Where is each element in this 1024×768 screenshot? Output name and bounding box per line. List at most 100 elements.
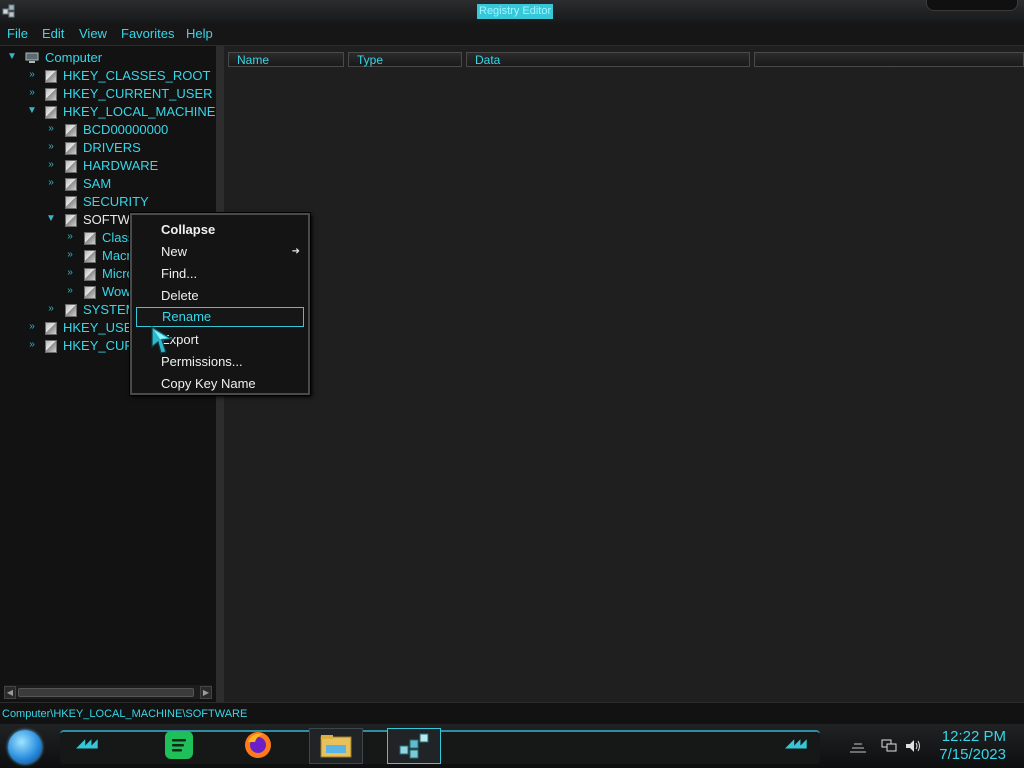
scroll-left-arrow-icon[interactable]: ◀ xyxy=(4,686,16,699)
expand-chevron-icon[interactable]: » xyxy=(46,177,56,189)
tree-item-hkcr[interactable]: » HKEY_CLASSES_ROOT xyxy=(0,67,216,85)
column-header-data[interactable]: Data xyxy=(466,52,750,67)
folder-key-icon xyxy=(65,142,77,155)
expand-chevron-icon[interactable]: » xyxy=(65,285,75,297)
tree-label: HKEY_LOCAL_MACHINE xyxy=(63,104,216,119)
folder-key-icon xyxy=(65,304,77,317)
folder-key-icon xyxy=(45,106,57,119)
registry-app-icon[interactable] xyxy=(2,3,16,19)
scroll-right-arrow-icon[interactable]: ▶ xyxy=(200,686,212,699)
tree-label-selected: SOFTW xyxy=(83,212,130,227)
volume-icon[interactable] xyxy=(904,738,922,754)
system-clock[interactable]: 12:22 PM 7/15/2023 xyxy=(939,728,1006,764)
file-explorer-icon xyxy=(320,735,352,758)
expand-chevron-icon[interactable]: » xyxy=(65,231,75,243)
menu-help[interactable]: Help xyxy=(186,26,213,41)
folder-key-icon xyxy=(45,322,57,335)
expand-chevron-icon[interactable]: » xyxy=(27,87,37,99)
folder-key-icon xyxy=(65,160,77,173)
folder-key-icon xyxy=(84,286,96,299)
tree-label: Computer xyxy=(45,50,103,65)
tree-item-hkcu[interactable]: » HKEY_CURRENT_USER xyxy=(0,85,216,103)
spotify-icon[interactable] xyxy=(164,730,194,760)
folder-key-icon xyxy=(84,268,96,281)
menu-item-permissions[interactable]: Permissions... xyxy=(136,352,304,372)
column-header-name[interactable]: Name xyxy=(228,52,344,67)
folder-key-icon xyxy=(45,70,57,83)
tree-item-bcd[interactable]: » BCD00000000 xyxy=(0,121,216,139)
expand-chevron-icon[interactable]: » xyxy=(46,159,56,171)
folder-key-icon xyxy=(45,88,57,101)
menu-item-delete[interactable]: Delete xyxy=(136,286,304,306)
tree-label: HKEY_CLASSES_ROOT xyxy=(63,68,211,83)
menu-item-new[interactable]: New ➜ xyxy=(136,242,304,262)
menu-edit[interactable]: Edit xyxy=(42,26,64,41)
taskbar: ◢◢◢ ◢◢◢ 12:22 PM 7/15/2023 xyxy=(0,724,1024,768)
menu-item-label: Rename xyxy=(162,309,212,324)
tree-item-hklm[interactable]: ▼ HKEY_LOCAL_MACHINE xyxy=(0,103,216,121)
tree-label: SAM xyxy=(83,176,112,191)
menu-item-label: Find... xyxy=(161,266,198,281)
status-path: Computer\HKEY_LOCAL_MACHINE\SOFTWARE xyxy=(2,708,248,720)
expand-chevron-icon[interactable]: » xyxy=(46,303,56,315)
expand-chevron-icon[interactable]: » xyxy=(65,249,75,261)
tree-label: HKEY_CURRENT_USER xyxy=(63,86,213,101)
tree-label: Wow xyxy=(102,284,131,299)
tree-label: HARDWARE xyxy=(83,158,159,173)
tree-item-hardware[interactable]: » HARDWARE xyxy=(0,157,216,175)
column-header-type[interactable]: Type xyxy=(348,52,462,67)
show-desktop-icon[interactable] xyxy=(848,740,868,754)
folder-key-icon xyxy=(45,340,57,353)
folder-key-icon xyxy=(65,124,77,137)
computer-icon xyxy=(25,52,39,63)
tree-item-drivers[interactable]: » DRIVERS xyxy=(0,139,216,157)
tree-label: DRIVERS xyxy=(83,140,141,155)
scroll-thumb[interactable] xyxy=(18,688,194,697)
folder-key-icon xyxy=(65,214,77,227)
collapse-chevron-icon[interactable]: ▼ xyxy=(46,213,56,225)
network-icon[interactable] xyxy=(880,738,898,754)
status-bar: Computer\HKEY_LOCAL_MACHINE\SOFTWARE xyxy=(0,702,1024,725)
expand-chevron-icon[interactable]: » xyxy=(46,141,56,153)
folder-key-icon xyxy=(65,178,77,191)
collapse-chevron-icon[interactable]: ▼ xyxy=(7,51,17,63)
taskbar-app-registry[interactable] xyxy=(387,728,441,764)
folder-key-icon xyxy=(84,250,96,263)
tree-horizontal-scrollbar[interactable]: ◀ ▶ xyxy=(4,685,212,699)
context-menu: Collapse New ➜ Find... Delete Rename Expo… xyxy=(130,213,310,395)
expand-chevron-icon[interactable]: » xyxy=(27,321,37,333)
start-orb-icon[interactable] xyxy=(8,730,42,764)
menu-item-find[interactable]: Find... xyxy=(136,264,304,284)
taskbar-app-explorer[interactable] xyxy=(309,728,363,764)
title-bar: Registry Editor xyxy=(0,0,1024,25)
clock-time: 12:22 PM xyxy=(941,728,1006,745)
expand-chevron-icon[interactable]: » xyxy=(65,267,75,279)
tree-label: BCD00000000 xyxy=(83,122,169,137)
menu-view[interactable]: View xyxy=(79,26,107,41)
expand-chevron-icon[interactable]: » xyxy=(46,123,56,135)
window-controls[interactable] xyxy=(926,0,1018,11)
collapse-chevron-icon[interactable]: ▼ xyxy=(27,105,37,117)
menu-item-copy-key-name[interactable]: Copy Key Name xyxy=(136,374,304,394)
expand-chevron-icon[interactable]: » xyxy=(27,69,37,81)
tree-label: Macr xyxy=(102,248,131,263)
tree-item-computer[interactable]: ▼ Computer xyxy=(0,49,216,67)
expand-chevron-icon[interactable]: » xyxy=(27,339,37,351)
tree-label: SECURITY xyxy=(83,194,149,209)
menu-item-collapse[interactable]: Collapse xyxy=(136,220,304,240)
registry-editor-icon xyxy=(399,733,429,759)
menu-item-label: Permissions... xyxy=(161,354,243,369)
tree-item-sam[interactable]: » SAM xyxy=(0,175,216,193)
mouse-cursor-icon xyxy=(151,325,174,354)
tree-item-security[interactable]: SECURITY xyxy=(0,193,216,211)
menu-item-rename[interactable]: Rename xyxy=(136,307,304,327)
menu-file[interactable]: File xyxy=(7,26,28,41)
tree-label: Micro xyxy=(102,266,134,281)
values-list-pane[interactable]: Name Type Data xyxy=(224,46,1024,702)
menu-item-label: Collapse xyxy=(161,222,216,237)
clock-date: 7/15/2023 xyxy=(939,746,1006,763)
menu-favorites[interactable]: Favorites xyxy=(121,26,174,41)
firefox-icon[interactable] xyxy=(243,730,273,760)
decorative-chevron-icon: ◢◢◢ xyxy=(76,736,98,750)
menu-item-label: New xyxy=(161,244,188,259)
